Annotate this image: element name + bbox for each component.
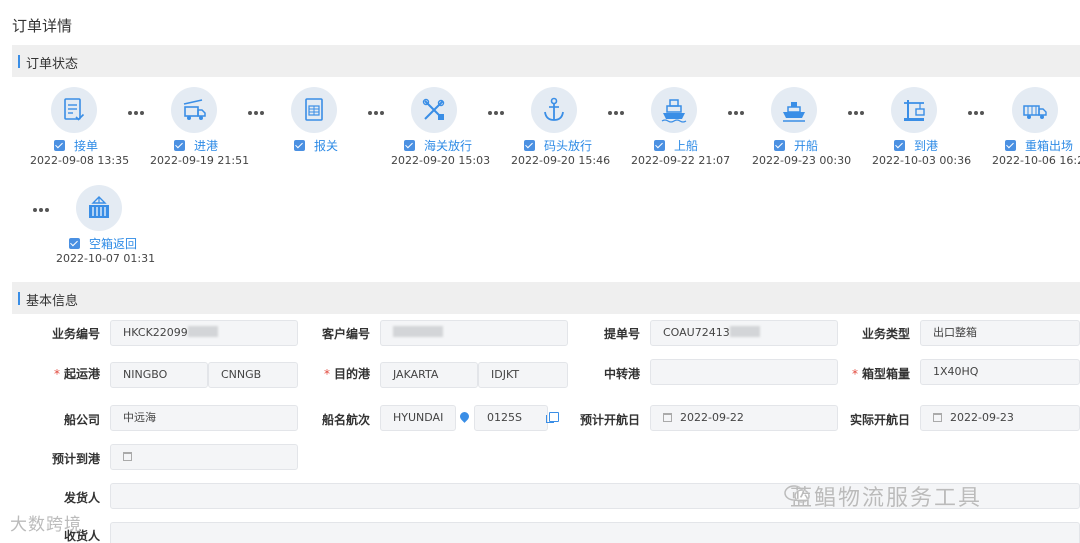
port-crane-icon (891, 87, 937, 133)
transit-port-label: 中转港 (603, 367, 640, 381)
pod-code-field[interactable]: IDJKT (478, 362, 568, 388)
carrier-field[interactable]: 中远海 (110, 405, 298, 431)
transit-port-field[interactable] (650, 359, 838, 385)
pol-name-field[interactable]: NINGBO (110, 362, 208, 388)
step-time: 2022-09-08 13:35 (30, 154, 130, 167)
calendar-icon (663, 413, 672, 422)
vessel-name-field[interactable]: HYUNDAI (380, 405, 456, 431)
order-document-icon (51, 87, 97, 133)
consignee-field[interactable] (110, 522, 1080, 543)
container-label: * 箱型箱量 (851, 367, 910, 381)
calendar-icon (933, 413, 942, 422)
truck-into-port-icon (171, 87, 217, 133)
step-connector-dots (247, 111, 267, 117)
checkbox-icon (54, 140, 65, 151)
step-time: 2022-09-22 21:07 (631, 154, 731, 167)
step-connector-dots (367, 111, 387, 117)
bl-no-field[interactable]: COAU72413 (650, 320, 838, 346)
section-title: 订单状态 (26, 57, 79, 72)
container-truck-icon (1012, 87, 1058, 133)
step-connector-dots (967, 111, 987, 117)
eta-date-field[interactable] (110, 444, 298, 470)
ship-departure-icon (771, 87, 817, 133)
pod-label: * 目的港 (323, 367, 370, 381)
step-time: 2022-09-19 21:51 (150, 154, 250, 167)
checkbox-icon (69, 238, 80, 249)
location-pin-icon[interactable] (458, 410, 471, 423)
step-label-customs-release[interactable]: 海关放行 (404, 138, 472, 154)
redacted-mask (393, 326, 443, 337)
business-no-label: 业务编号 (51, 327, 100, 341)
customer-no-field[interactable] (380, 320, 568, 346)
carrier-label: 船公司 (63, 413, 100, 427)
checkbox-icon (404, 140, 415, 151)
step-time: 2022-09-20 15:46 (511, 154, 611, 167)
shipper-label: 发货人 (63, 491, 100, 505)
step-connector-dots (607, 111, 627, 117)
anchor-icon (531, 87, 577, 133)
pol-label: * 起运港 (53, 367, 100, 381)
checkbox-icon (894, 140, 905, 151)
step-time: 2022-10-03 00:36 (872, 154, 972, 167)
step-label-customs-declaration[interactable]: 报关 (294, 138, 338, 154)
redacted-mask (729, 326, 760, 337)
step-time: 2022-09-23 00:30 (752, 154, 852, 167)
step-connector-dots (32, 208, 52, 214)
customs-release-icon (411, 87, 457, 133)
step-label-empty-return[interactable]: 空箱返回 (69, 236, 137, 252)
empty-container-icon (76, 185, 122, 231)
customer-no-label: 客户编号 (321, 327, 370, 341)
step-time: 2022-10-07 01:31 (56, 252, 156, 265)
pol-code-field[interactable]: CNNGB (208, 362, 298, 388)
business-type-label: 业务类型 (861, 327, 910, 341)
checkbox-icon (294, 140, 305, 151)
ship-loading-icon (651, 87, 697, 133)
eta-label: 预计到港 (51, 452, 100, 466)
business-type-field[interactable]: 出口整箱 (920, 320, 1080, 346)
section-header-order-status: 订单状态 (12, 45, 1080, 77)
section-accent-bar (18, 292, 20, 305)
etd-label: 预计开航日 (579, 413, 640, 427)
bl-no-label: 提单号 (603, 327, 640, 341)
step-label-enter-port[interactable]: 进港 (174, 138, 218, 154)
step-connector-dots (487, 111, 507, 117)
copy-icon[interactable] (546, 412, 559, 423)
container-field[interactable]: 1X40HQ (920, 359, 1080, 385)
checkbox-icon (774, 140, 785, 151)
redacted-mask (187, 326, 218, 337)
step-label-full-container-out[interactable]: 重箱出场 (1005, 138, 1073, 154)
business-no-field[interactable]: HKCK22099 (110, 320, 298, 346)
section-accent-bar (18, 55, 20, 68)
section-title: 基本信息 (26, 294, 79, 309)
step-label-terminal-release[interactable]: 码头放行 (524, 138, 592, 154)
voyage-field[interactable]: 0125S (474, 405, 548, 431)
checkbox-icon (174, 140, 185, 151)
calendar-icon (123, 452, 132, 461)
step-time: 2022-09-20 15:03 (391, 154, 491, 167)
step-connector-dots (727, 111, 747, 117)
etd-date-field[interactable]: 2022-09-22 (650, 405, 838, 431)
vessel-label: 船名航次 (321, 413, 370, 427)
watermark-text: 大数跨境 (10, 515, 82, 535)
pod-name-field[interactable]: JAKARTA (380, 362, 478, 388)
step-connector-dots (847, 111, 867, 117)
checkbox-icon (524, 140, 535, 151)
step-connector-dots (127, 111, 147, 117)
step-label-arrival[interactable]: 到港 (894, 138, 938, 154)
section-header-basic-info: 基本信息 (12, 282, 1080, 314)
atd-label: 实际开航日 (849, 413, 910, 427)
checkbox-icon (1005, 140, 1016, 151)
atd-date-field[interactable]: 2022-09-23 (920, 405, 1080, 431)
step-label-accept[interactable]: 接单 (54, 138, 98, 154)
checkbox-icon (654, 140, 665, 151)
step-time: 2022-10-06 16:28 (992, 154, 1080, 167)
step-label-on-board[interactable]: 上船 (654, 138, 698, 154)
page-title: 订单详情 (12, 17, 73, 35)
step-label-sailing[interactable]: 开船 (774, 138, 818, 154)
customs-declaration-icon (291, 87, 337, 133)
watermark-text: 蓝鲳物流服务工具 (790, 486, 983, 511)
